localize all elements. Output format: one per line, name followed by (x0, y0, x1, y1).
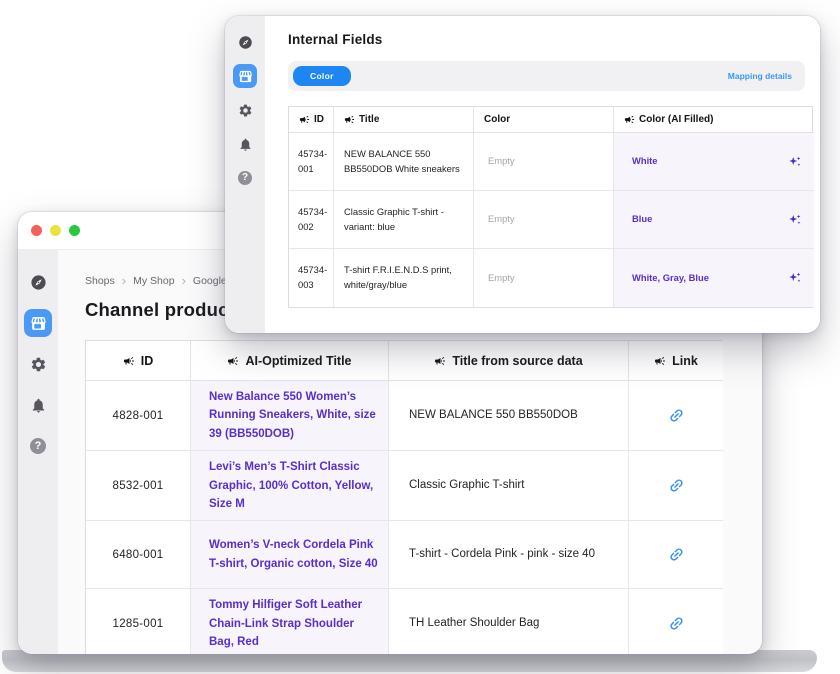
internal-fields-window: ? Internal Fields Color Mapping details … (225, 16, 820, 333)
cell-color-empty: Empty (474, 133, 614, 191)
cell-color-ai-filled: White (614, 133, 814, 191)
cell-product-id: 8532-001 (86, 451, 191, 521)
storefront-icon (30, 315, 47, 332)
cell-color-empty: Empty (474, 249, 614, 307)
column-header-id: ID (86, 341, 191, 381)
column-header-title: Title (334, 107, 474, 133)
cell-product-id: 1285-001 (86, 589, 191, 654)
product-link-button[interactable] (668, 477, 685, 494)
minimize-window-button[interactable] (50, 225, 61, 236)
help-icon: ? (30, 438, 46, 454)
ai-fill-button[interactable] (788, 213, 802, 227)
megaphone-icon (654, 355, 666, 367)
compass-icon (238, 35, 253, 50)
cell-source-title: Classic Graphic T-shirt (389, 451, 629, 521)
sidebar-item-help[interactable]: ? (233, 166, 257, 190)
compass-icon (30, 274, 47, 291)
ai-color-value: White, Gray, Blue (632, 271, 709, 286)
ai-fill-button[interactable] (788, 271, 802, 285)
bell-icon (238, 137, 253, 152)
sidebar-item-notifications[interactable] (233, 132, 257, 156)
column-header-source-title: Title from source data (389, 341, 629, 381)
product-link-button[interactable] (668, 615, 685, 632)
cell-product-id: 4828-001 (86, 381, 191, 451)
product-link-button[interactable] (668, 407, 685, 424)
sidebar-item-notifications[interactable] (24, 391, 52, 419)
bell-icon (30, 397, 47, 414)
ai-color-value: White (632, 154, 658, 169)
maximize-window-button[interactable] (69, 225, 80, 236)
color-field-chip[interactable]: Color (293, 66, 351, 86)
storefront-icon (238, 69, 253, 84)
panel-title: Internal Fields (288, 32, 820, 47)
column-header-link: Link (629, 341, 723, 381)
channel-products-table: ID AI-Optimized Title Title from source … (85, 340, 722, 654)
megaphone-icon (344, 114, 355, 125)
cell-internal-title: T-shirt F.R.I.E.N.D.S print, white/gray/… (334, 249, 474, 307)
megaphone-icon (227, 355, 239, 367)
sidebar: ? (18, 250, 58, 654)
cell-internal-title: Classic Graphic T-shirt - variant: blue (334, 191, 474, 249)
breadcrumb-my-shop[interactable]: My Shop (133, 275, 174, 287)
stage: ? Shops › My Shop › Google Shopping Chan… (0, 0, 840, 674)
chevron-right-icon: › (122, 274, 126, 287)
sidebar-item-settings[interactable] (233, 98, 257, 122)
cell-color-empty: Empty (474, 191, 614, 249)
cell-ai-optimized-title: Tommy Hilfiger Soft Leather Chain-Link S… (191, 589, 389, 654)
megaphone-icon (299, 114, 310, 125)
mapping-details-link[interactable]: Mapping details (728, 71, 792, 81)
fields-toolbar: Color Mapping details (288, 61, 805, 91)
column-header-color: Color (474, 107, 614, 133)
cell-color-ai-filled: Blue (614, 191, 814, 249)
cell-source-title: T-shirt - Cordela Pink - pink - size 40 (389, 521, 629, 589)
sidebar: ? (225, 16, 265, 333)
ai-color-value: Blue (632, 212, 652, 227)
column-header-ai-optimized-title: AI-Optimized Title (191, 341, 389, 381)
sidebar-item-storefront[interactable] (24, 309, 52, 337)
megaphone-icon (123, 355, 135, 367)
internal-fields-table: ID Title Color Color (AI Filled) 45734-0… (288, 106, 813, 308)
sparkles-icon (788, 213, 802, 227)
product-link-button[interactable] (668, 546, 685, 563)
cell-source-title: TH Leather Shoulder Bag (389, 589, 629, 654)
cell-internal-title: NEW BALANCE 550 BB550DOB White sneakers (334, 133, 474, 191)
sidebar-item-compass[interactable] (24, 268, 52, 296)
internal-fields-main: Internal Fields Color Mapping details ID… (265, 16, 820, 333)
chevron-right-icon: › (182, 274, 186, 287)
sparkles-icon (788, 155, 802, 169)
cell-color-ai-filled: White, Gray, Blue (614, 249, 814, 307)
close-window-button[interactable] (31, 225, 42, 236)
sidebar-item-settings[interactable] (24, 350, 52, 378)
column-header-id: ID (289, 107, 334, 133)
sidebar-item-help[interactable]: ? (24, 432, 52, 460)
megaphone-icon (434, 355, 446, 367)
sidebar-item-compass[interactable] (233, 30, 257, 54)
column-header-color-ai-filled: Color (AI Filled) (614, 107, 814, 133)
sparkles-icon (788, 271, 802, 285)
cell-internal-id: 45734-003 (289, 249, 334, 307)
help-icon: ? (238, 171, 252, 185)
link-icon (664, 404, 688, 428)
gear-icon (238, 103, 253, 118)
cell-product-id: 6480-001 (86, 521, 191, 589)
cell-internal-id: 45734-001 (289, 133, 334, 191)
link-icon (664, 543, 688, 567)
cell-ai-optimized-title: New Balance 550 Women’s Running Sneakers… (191, 381, 389, 451)
link-icon (664, 612, 688, 636)
gear-icon (30, 356, 47, 373)
cell-source-title: NEW BALANCE 550 BB550DOB (389, 381, 629, 451)
cell-ai-optimized-title: Women’s V-neck Cordela Pink T-shirt, Org… (191, 521, 389, 589)
cell-internal-id: 45734-002 (289, 191, 334, 249)
ai-fill-button[interactable] (788, 155, 802, 169)
cell-ai-optimized-title: Levi’s Men’s T-Shirt Classic Graphic, 10… (191, 451, 389, 521)
megaphone-icon (624, 114, 635, 125)
sidebar-item-storefront[interactable] (233, 64, 257, 88)
link-icon (664, 474, 688, 498)
breadcrumb-shops[interactable]: Shops (85, 275, 115, 287)
